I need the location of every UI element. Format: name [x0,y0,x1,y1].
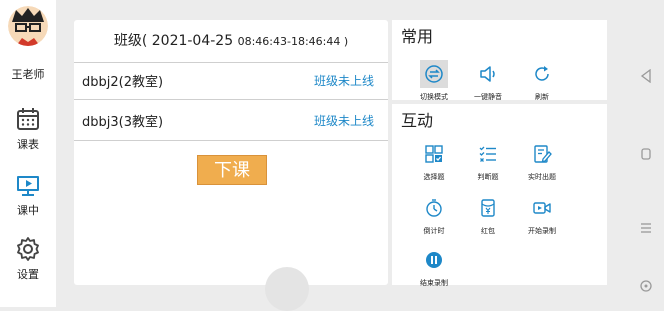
class-title-date: 班级( 2021-04-25 [113,33,234,49]
refresh-label: 刷新 [535,93,549,101]
true-false-icon [479,146,496,162]
nav-item-settings[interactable]: 设置 [0,236,56,282]
floating-touch-button[interactable] [265,267,309,311]
switch-mode-label: 切换模式 [420,93,448,101]
class-time-range: 08:46:43-18:46:44 ) [237,35,349,48]
live-question-button[interactable]: 实时出题 [516,140,568,182]
class-panel: 班级( 2021-04-25 08:46:43-18:46:44 ) dbbj2… [74,20,388,285]
back-triangle-icon [640,68,651,84]
system-nav-rail [628,0,664,307]
class-row[interactable]: dbbj3(3教室) 班级未上线 [74,100,388,140]
assist-nav-button[interactable] [634,278,658,297]
gear-icon [17,237,39,261]
multiple-choice-icon [425,145,443,163]
assist-circle-icon [640,280,652,292]
common-tools-panel: 常用 切换模式 一键静音 刷新 [392,20,607,102]
red-packet-label: 红包 [481,227,495,235]
countdown-label: 倒计时 [423,227,445,235]
monitor-play-icon [17,176,39,196]
recents-icon [641,223,651,233]
divider [74,140,388,141]
live-question-label: 实时出题 [528,173,556,181]
class-name: dbbj3(3教室) [82,115,164,130]
nav-item-schedule[interactable]: 课表 [0,106,56,152]
countdown-button[interactable]: 倒计时 [408,194,460,236]
interactive-title: 互动 [401,111,434,130]
class-row[interactable]: dbbj2(2教室) 班级未上线 [74,60,388,100]
calendar-icon [17,108,39,130]
switch-mode-icon [425,65,443,83]
switch-mode-button[interactable]: 切换模式 [408,60,460,102]
red-packet-button[interactable]: 红包 [462,194,514,236]
speaker-mute-icon [480,66,495,82]
multiple-choice-label: 选择题 [423,173,445,181]
stop-recording-button[interactable]: 结束录制 [408,246,460,288]
interactive-tools-panel: 互动 选择题 判断题 实时出题 倒计时 红包 开始录制 结束录制 [392,104,607,288]
class-status: 班级未上线 [313,114,374,128]
start-recording-label: 开始录制 [528,227,556,235]
common-title: 常用 [401,27,434,46]
refresh-button[interactable]: 刷新 [516,60,568,102]
class-status: 班级未上线 [313,74,374,88]
back-nav-button[interactable] [634,68,658,87]
stop-record-icon [426,252,442,268]
home-circle-icon [641,148,651,160]
home-nav-button[interactable] [634,146,658,165]
nav-label-settings: 设置 [17,268,39,281]
multiple-choice-button[interactable]: 选择题 [408,140,460,182]
stop-recording-label: 结束录制 [420,279,448,287]
teacher-avatar-icon [8,6,48,46]
refresh-icon [535,66,549,81]
nav-label-in-class: 课中 [17,204,39,217]
true-false-button[interactable]: 判断题 [462,140,514,182]
nav-label-schedule: 课表 [17,138,39,151]
teacher-avatar[interactable] [8,6,48,46]
mute-all-label: 一键静音 [474,93,502,101]
end-class-button[interactable]: 下课 [197,155,267,185]
edit-question-icon [534,145,552,163]
red-packet-icon [481,199,495,217]
true-false-label: 判断题 [477,173,499,181]
class-name: dbbj2(2教室) [82,75,164,90]
recents-nav-button[interactable] [634,220,658,239]
nav-item-in-class[interactable]: 课中 [0,172,56,218]
countdown-timer-icon [426,199,442,217]
video-record-icon [533,202,551,214]
mute-all-button[interactable]: 一键静音 [462,60,514,102]
class-title: 班级( 2021-04-25 08:46:43-18:46:44 ) [74,20,388,62]
teacher-name: 王老师 [11,68,45,81]
start-recording-button[interactable]: 开始录制 [516,194,568,236]
sidebar: 王老师 课表 课中 设置 [0,0,56,307]
